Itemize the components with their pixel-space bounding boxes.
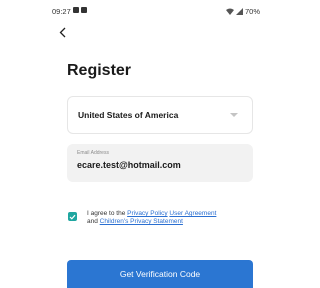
- notification-icon: [81, 7, 87, 13]
- register-screen: 09:27 70% Register United States of Amer…: [0, 0, 263, 288]
- email-label: Email Address: [77, 150, 109, 156]
- agreement-and: and: [87, 218, 98, 225]
- status-time: 09:27: [52, 7, 71, 16]
- agreement-prefix: I agree to the: [87, 210, 126, 217]
- get-verification-code-button[interactable]: Get Verification Code: [67, 260, 253, 288]
- dropdown-arrow-icon: [230, 113, 238, 117]
- status-bar: 09:27 70%: [0, 0, 263, 20]
- email-input[interactable]: ecare.test@hotmail.com: [77, 160, 243, 170]
- back-button[interactable]: [55, 24, 69, 40]
- agree-checkbox[interactable]: [68, 212, 77, 221]
- status-right: 70%: [226, 7, 260, 16]
- privacy-policy-link[interactable]: Privacy Policy: [127, 210, 167, 217]
- signal-icon: [236, 8, 243, 15]
- user-agreement-link[interactable]: User Agreement: [169, 210, 216, 217]
- chevron-left-icon: [59, 27, 65, 37]
- country-select[interactable]: United States of America: [67, 96, 253, 134]
- checkmark-icon: [69, 214, 76, 220]
- agreement-text: I agree to the Privacy Policy User Agree…: [87, 210, 227, 226]
- notification-icon: [73, 7, 79, 13]
- status-notifications: [73, 7, 87, 13]
- page-title: Register: [67, 62, 132, 79]
- battery-percent: 70%: [245, 7, 261, 16]
- country-value: United States of America: [78, 110, 179, 120]
- email-field[interactable]: Email Address ecare.test@hotmail.com: [67, 144, 253, 182]
- wifi-icon: [226, 8, 234, 15]
- children-privacy-link[interactable]: Children's Privacy Statement: [100, 218, 183, 225]
